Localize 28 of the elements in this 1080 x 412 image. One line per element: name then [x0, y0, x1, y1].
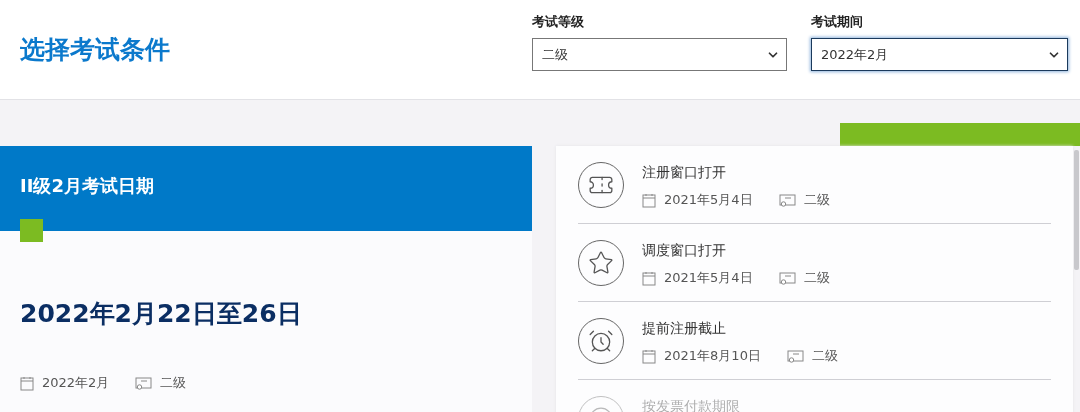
calendar-icon — [642, 192, 656, 208]
filter-label: 考试期间 — [811, 13, 864, 31]
event-level: 二级 — [811, 347, 838, 365]
filter-label: 考试等级 — [532, 13, 585, 31]
event-date: 2021年8月10日 — [664, 347, 761, 365]
event-title: 提前注册截止 — [642, 320, 727, 338]
certificate-icon — [786, 348, 804, 364]
calendar-icon — [642, 348, 656, 364]
event-title: 注册窗口打开 — [642, 164, 727, 182]
certificate-icon — [135, 375, 153, 391]
exam-period: 2022年2月 — [42, 374, 110, 392]
calendar-icon — [642, 270, 656, 286]
card-heading: II级2月考试日期 — [20, 174, 155, 198]
scrollbar[interactable] — [1074, 150, 1079, 270]
filter-select[interactable]: 2022年2月 — [811, 38, 1068, 71]
filter-select[interactable]: 二级 — [532, 38, 787, 71]
certificate-icon — [778, 192, 796, 208]
event-date: 2021年5月4日 — [664, 269, 753, 287]
calendar-icon — [20, 375, 34, 391]
exam-level: 二级 — [160, 374, 187, 392]
event-title: 调度窗口打开 — [642, 242, 727, 260]
exam-dates: 2022年2月22日至26日 — [20, 299, 302, 328]
certificate-icon — [778, 270, 796, 286]
page-title: 选择考试条件 — [20, 34, 171, 66]
event-level: 二级 — [803, 191, 830, 209]
event-level: 二级 — [803, 269, 830, 287]
event-date: 2021年5月4日 — [664, 191, 753, 209]
accent-square — [20, 219, 43, 242]
